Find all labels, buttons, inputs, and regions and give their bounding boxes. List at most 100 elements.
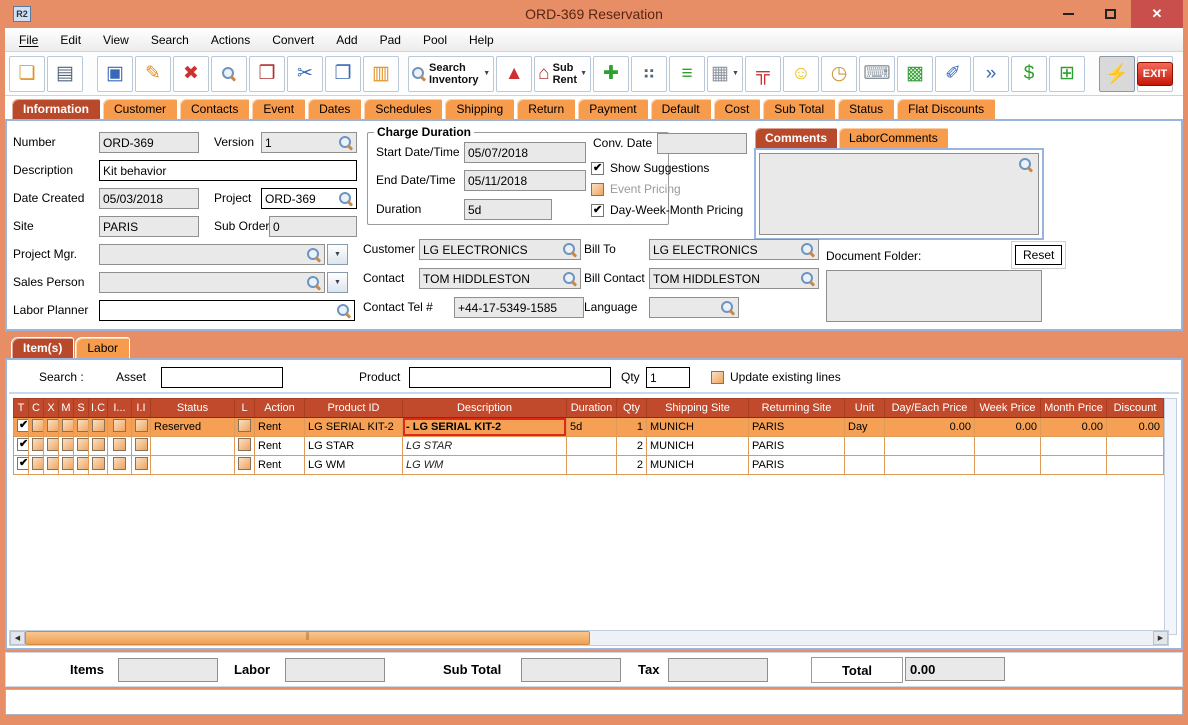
document-folder-field[interactable]	[826, 270, 1042, 322]
bill-to-field[interactable]: LG ELECTRONICS	[649, 239, 819, 260]
horizontal-scrollbar[interactable]: ◀ ▶	[9, 630, 1169, 646]
col-day-each-price[interactable]: Day/Each Price	[884, 398, 975, 418]
ic-checkbox[interactable]	[92, 457, 105, 470]
tab-cost[interactable]: Cost	[712, 98, 762, 119]
t-checkbox[interactable]	[17, 419, 28, 432]
col-status[interactable]: Status	[150, 398, 235, 418]
ic-checkbox[interactable]	[92, 419, 105, 432]
m-checkbox[interactable]	[62, 419, 73, 432]
c-checkbox[interactable]	[32, 438, 43, 451]
tab-return[interactable]: Return	[516, 98, 577, 119]
copy-button[interactable]: ❐	[325, 55, 361, 92]
bill-contact-field[interactable]: TOM HIDDLESTON	[649, 268, 819, 289]
menu-add[interactable]: Add	[336, 33, 357, 47]
menu-pool[interactable]: Pool	[423, 33, 447, 47]
menu-convert[interactable]: Convert	[272, 33, 314, 47]
scrollbar-thumb[interactable]	[25, 631, 590, 645]
col-i[interactable]: I...	[107, 398, 132, 418]
day-week-month-checkbox[interactable]	[591, 203, 604, 217]
x-checkbox[interactable]	[47, 419, 58, 432]
sales-person-field[interactable]	[99, 272, 325, 293]
s-checkbox[interactable]	[77, 419, 88, 432]
ii-checkbox[interactable]	[135, 457, 148, 470]
ii-checkbox[interactable]	[135, 419, 148, 432]
m-checkbox[interactable]	[62, 438, 73, 451]
ic-checkbox[interactable]	[92, 438, 105, 451]
search-icon[interactable]	[563, 242, 577, 257]
smiley-button[interactable]: ☺	[783, 55, 819, 92]
search-icon[interactable]	[1019, 158, 1033, 172]
tab-labor[interactable]: Labor	[75, 337, 131, 358]
col-duration[interactable]: Duration	[566, 398, 617, 418]
menu-file[interactable]: File	[19, 33, 38, 47]
search-inventory-button[interactable]: Search Inventory ▼	[408, 55, 495, 92]
search-icon[interactable]	[339, 135, 353, 150]
save-button[interactable]: ▣	[97, 55, 133, 92]
t-checkbox[interactable]	[17, 457, 28, 470]
update-existing-checkbox[interactable]	[711, 370, 724, 384]
col-week-price[interactable]: Week Price	[974, 398, 1041, 418]
col-description[interactable]: Description	[402, 398, 567, 418]
i-checkbox[interactable]	[113, 419, 126, 432]
find-button[interactable]	[211, 55, 247, 92]
scroll-left-icon[interactable]: ◀	[10, 631, 25, 645]
billing-button[interactable]: $	[1011, 55, 1047, 92]
search-icon[interactable]	[563, 271, 577, 286]
exit-button[interactable]: EXIT	[1136, 55, 1174, 92]
col-c[interactable]: C	[28, 398, 44, 418]
calendar-button[interactable]: ▦ ▼	[707, 55, 743, 92]
menu-pad[interactable]: Pad	[380, 33, 401, 47]
blocks-button[interactable]: ▩	[897, 55, 933, 92]
notes-button[interactable]: ≡	[669, 55, 705, 92]
sub-rent-button[interactable]: ⌂ Sub Rent ▼	[534, 55, 591, 92]
project-mgr-dropdown[interactable]: ▼	[327, 244, 348, 265]
menu-help[interactable]: Help	[469, 33, 494, 47]
x-checkbox[interactable]	[47, 457, 58, 470]
col-returning-site[interactable]: Returning Site	[748, 398, 845, 418]
description-cell[interactable]: - LG SERIAL KIT-2	[402, 417, 567, 437]
print-button[interactable]: ▤	[47, 55, 83, 92]
product-input[interactable]	[409, 367, 611, 388]
l-checkbox[interactable]	[238, 457, 251, 470]
x-checkbox[interactable]	[47, 438, 58, 451]
t-checkbox[interactable]	[17, 438, 28, 451]
edit-note-button[interactable]: ✐	[935, 55, 971, 92]
project-mgr-field[interactable]	[99, 244, 325, 265]
tab-information[interactable]: Information	[11, 98, 101, 119]
description-field[interactable]: Kit behavior	[99, 160, 357, 181]
tab-comments[interactable]: Comments	[754, 127, 839, 148]
customer-field[interactable]: LG ELECTRONICS	[419, 239, 581, 260]
org-chart-button[interactable]: ╦	[745, 55, 781, 92]
col-s[interactable]: S	[73, 398, 89, 418]
col-l[interactable]: L	[234, 398, 255, 418]
paste-special-button[interactable]: ❒	[249, 55, 285, 92]
col-month-price[interactable]: Month Price	[1040, 398, 1107, 418]
tab-contacts[interactable]: Contacts	[179, 98, 251, 119]
search-icon[interactable]	[307, 247, 321, 262]
l-checkbox[interactable]	[238, 419, 251, 432]
tab-event[interactable]: Event	[251, 98, 307, 119]
reset-button[interactable]: Reset	[1015, 245, 1063, 265]
ii-checkbox[interactable]	[135, 438, 148, 451]
search-icon[interactable]	[339, 191, 353, 206]
version-field[interactable]: 1	[261, 132, 357, 153]
qty-input[interactable]: 1	[646, 367, 690, 388]
project-field[interactable]: ORD-369	[261, 188, 357, 209]
c-checkbox[interactable]	[32, 419, 43, 432]
menu-edit[interactable]: Edit	[60, 33, 81, 47]
c-checkbox[interactable]	[32, 457, 43, 470]
scroll-right-icon[interactable]: ▶	[1153, 631, 1168, 645]
col-ic[interactable]: I.C	[88, 398, 108, 418]
table-row[interactable]: Reserved Rent LG SERIAL KIT-2 - LG SERIA…	[13, 417, 1164, 437]
asset-input[interactable]	[161, 367, 283, 388]
edit-button[interactable]: ✎	[135, 55, 171, 92]
col-qty[interactable]: Qty	[616, 398, 647, 418]
money-transfer-button[interactable]: »	[973, 55, 1009, 92]
search-icon[interactable]	[337, 303, 351, 318]
cut-button[interactable]: ✂	[287, 55, 323, 92]
folder-clock-button[interactable]: ◷	[821, 55, 857, 92]
description-cell[interactable]: LG WM	[402, 455, 567, 475]
tab-customer[interactable]: Customer	[102, 98, 179, 119]
col-discount[interactable]: Discount	[1106, 398, 1164, 418]
comments-field[interactable]	[759, 153, 1039, 235]
